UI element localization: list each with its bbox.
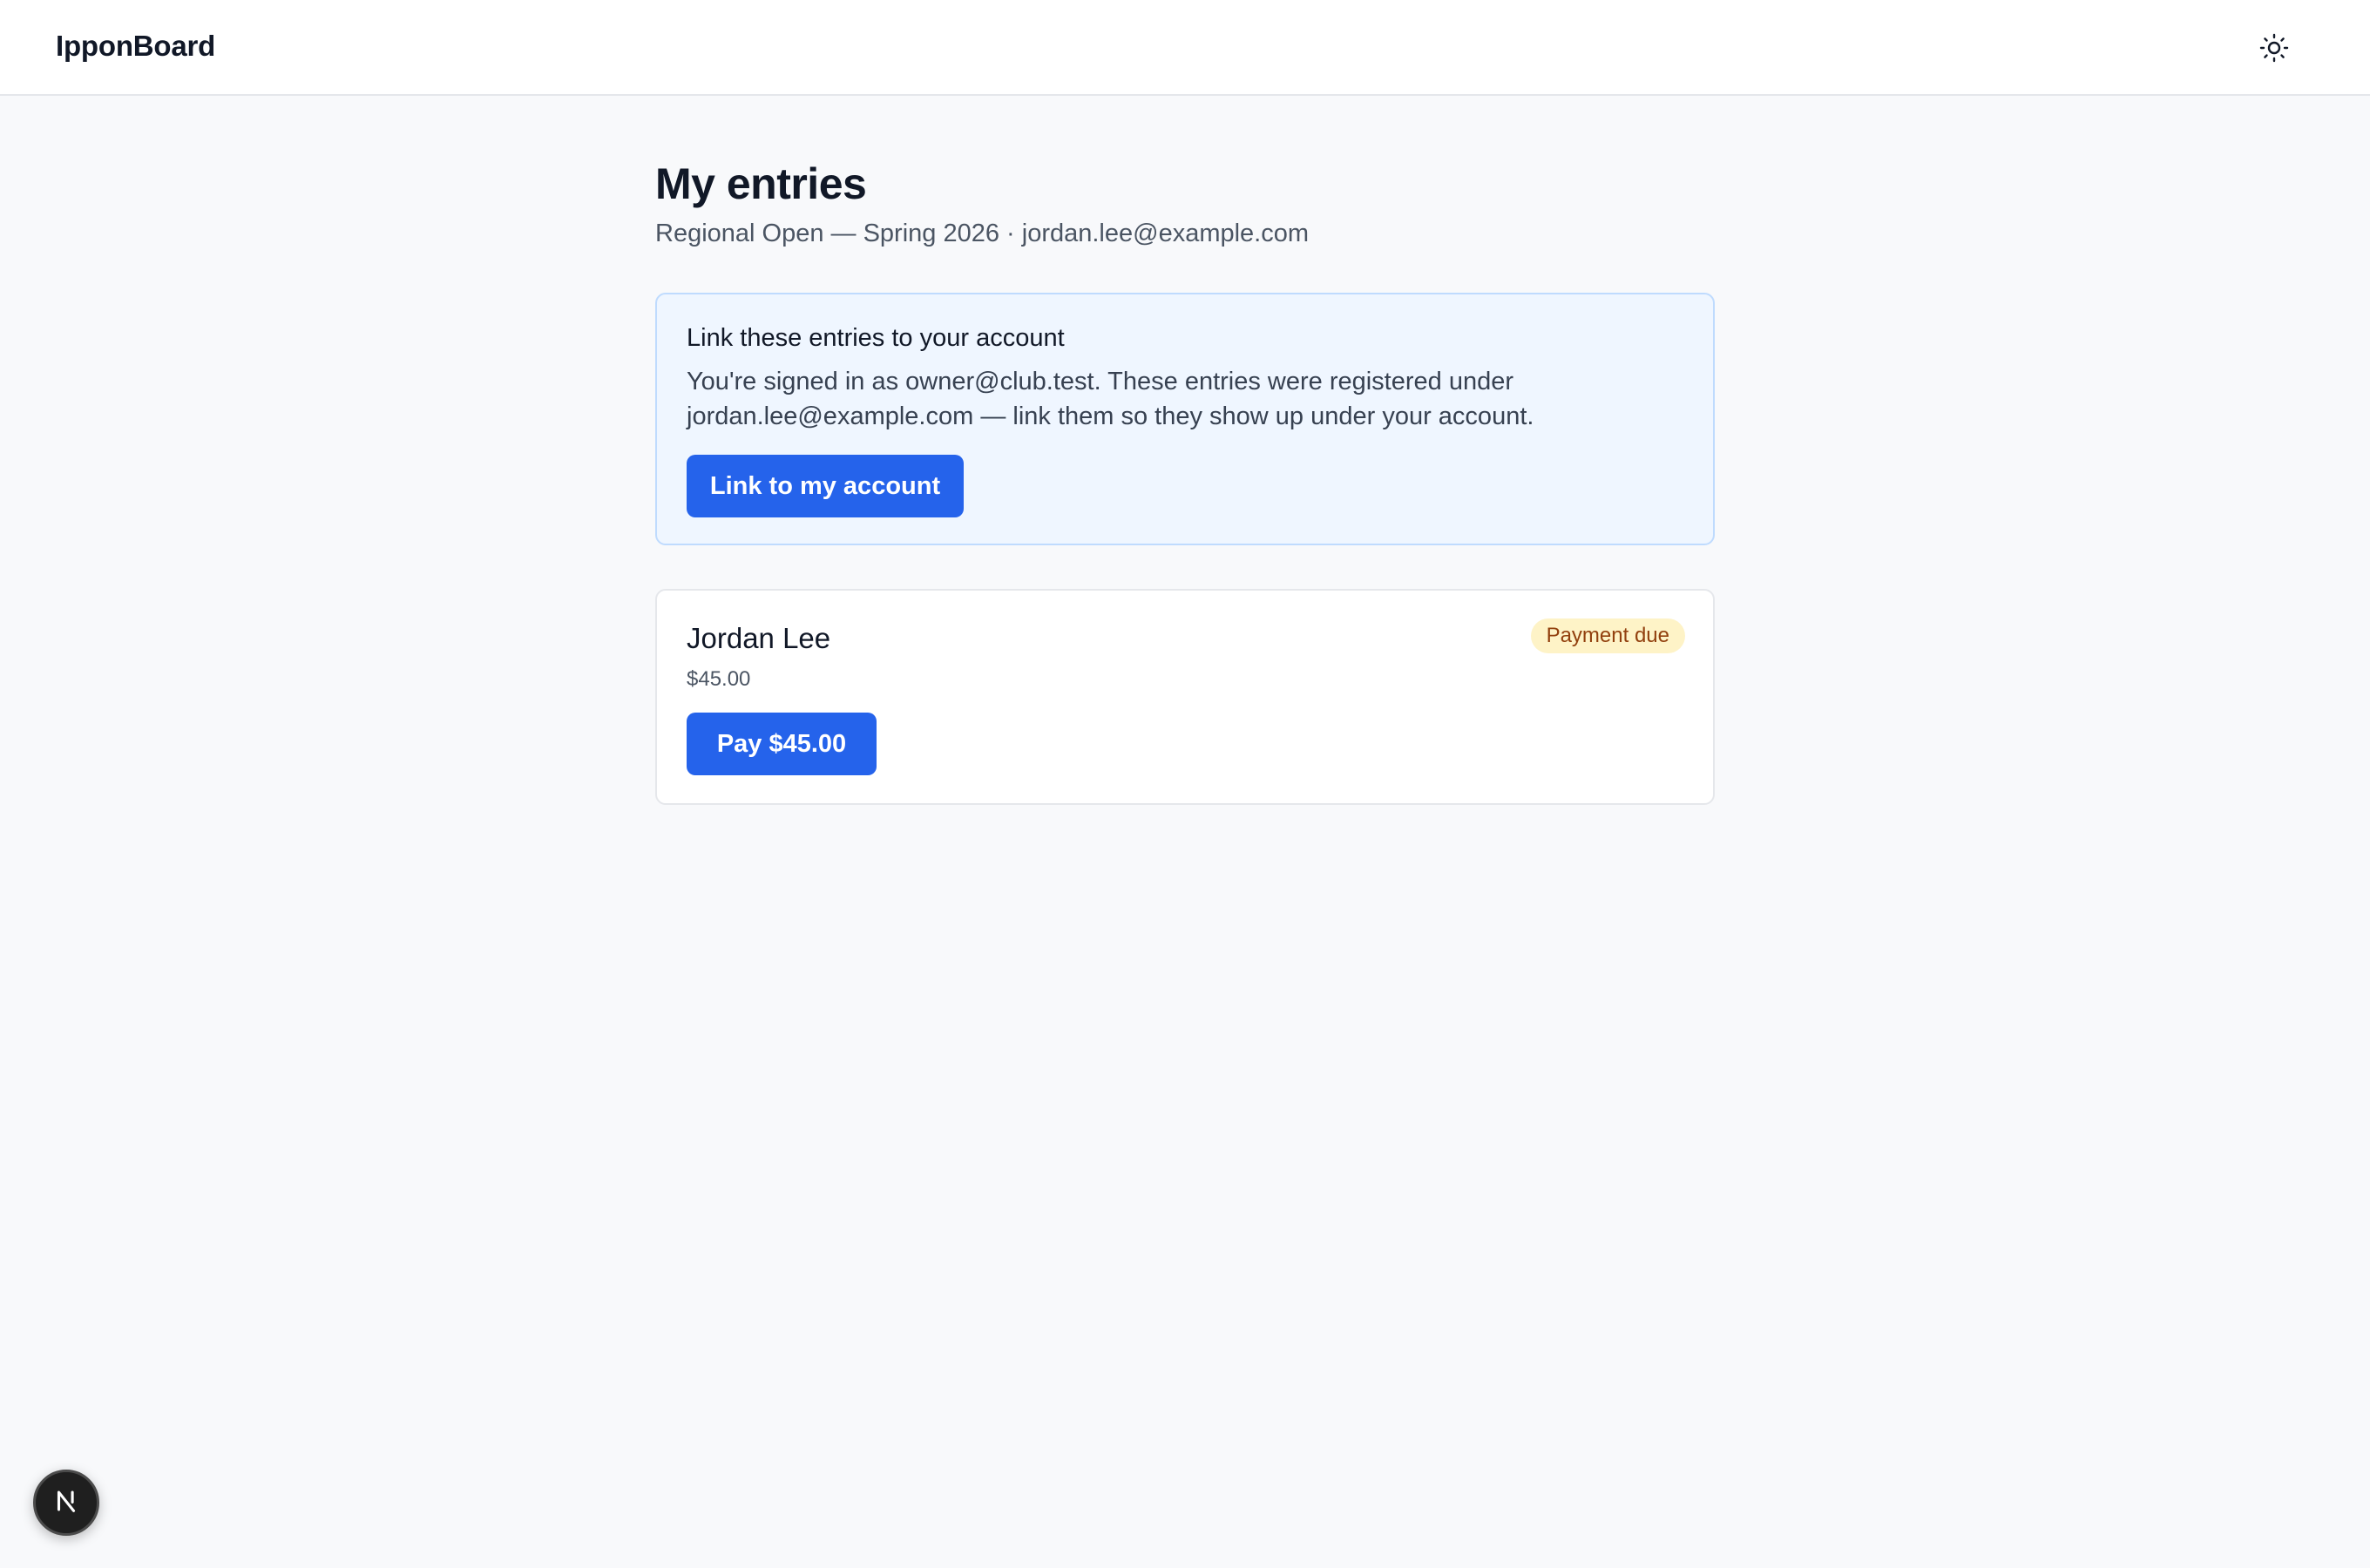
entry-card: Jordan Lee $45.00 Payment due Pay $45.00 [655,589,1715,805]
theme-toggle-button[interactable] [2252,26,2297,71]
entry-name: Jordan Lee [687,622,831,654]
nextjs-icon [51,1486,81,1520]
status-badge: Payment due [1530,618,1685,653]
link-panel-title: Link these entries to your account [687,324,1065,352]
top-navbar: IpponBoard [0,0,2370,96]
brand-logo[interactable]: IpponBoard [56,30,215,63]
dev-tools-badge[interactable] [33,1470,99,1536]
entry-amount: $45.00 [687,667,751,691]
page-subtitle: Regional Open — Spring 2026 · jordan.lee… [655,220,1310,247]
sun-icon [2258,32,2290,66]
link-panel-description: You're signed in as owner@club.test. The… [687,368,1534,430]
pay-button[interactable]: Pay $45.00 [687,713,877,775]
link-account-panel: Link these entries to your account You'r… [655,293,1715,545]
page-title: My entries [655,159,867,208]
link-to-account-button[interactable]: Link to my account [687,455,964,517]
